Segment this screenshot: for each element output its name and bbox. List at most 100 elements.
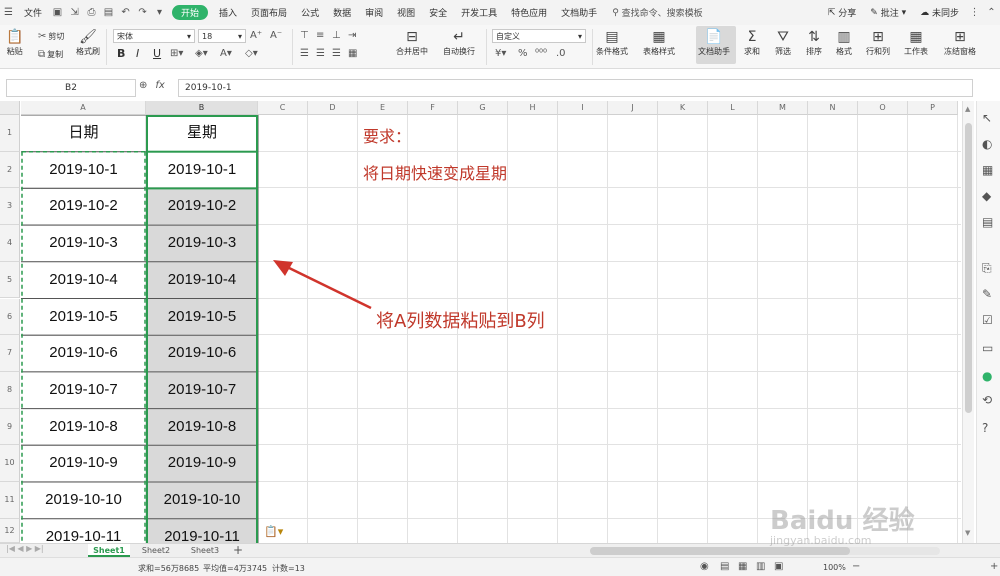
row-header-3[interactable]: 3 — [0, 188, 20, 226]
tab-special[interactable]: 特色应用 — [504, 0, 554, 25]
column-header-d[interactable]: D — [308, 101, 358, 115]
print-preview-icon[interactable]: ▤ — [100, 0, 117, 25]
sheet-icon[interactable]: ▤ — [982, 215, 993, 229]
column-header-n[interactable]: N — [808, 101, 858, 115]
column-header-l[interactable]: L — [708, 101, 758, 115]
vertical-scrollbar[interactable]: ▲ ▼ — [962, 101, 974, 543]
style-icon[interactable]: ◐ — [982, 137, 992, 151]
sheet-tab-3[interactable]: Sheet3 — [184, 544, 226, 557]
vertical-scroll-thumb[interactable] — [965, 123, 972, 413]
row-header-11[interactable]: 11 — [0, 482, 20, 519]
tab-doc-assistant[interactable]: 文档助手 — [554, 0, 604, 25]
number-format-select[interactable]: 自定义 ▾ — [492, 29, 586, 43]
column-header-b[interactable]: B — [146, 101, 258, 115]
row-header-9[interactable]: 9 — [0, 408, 20, 446]
column-header-c[interactable]: C — [258, 101, 308, 115]
row-header-2[interactable]: 2 — [0, 151, 20, 189]
shape-icon[interactable]: ◆ — [982, 189, 991, 203]
row-header-4[interactable]: 4 — [0, 225, 20, 262]
align-middle-button[interactable]: ≡ — [316, 30, 324, 41]
collapse-ribbon-icon[interactable]: ⌃ — [983, 0, 1000, 25]
row-header-1[interactable]: 1 — [0, 115, 20, 152]
share-button[interactable]: ⇱ 分享 — [821, 0, 863, 25]
command-search[interactable]: ⚲ 查找命令、搜索模板 — [604, 0, 709, 25]
font-grow-button[interactable]: A⁺ — [250, 30, 262, 41]
tab-page-layout[interactable]: 页面布局 — [244, 0, 294, 25]
format-painter-button[interactable]: 🖌 格式刷 — [76, 28, 100, 57]
currency-button[interactable]: ¥▾ — [495, 48, 506, 59]
sync-button[interactable]: ☁ 未同步 — [913, 0, 966, 25]
distribute-button[interactable]: ▦ — [348, 48, 357, 59]
decimal-button[interactable]: .0 — [556, 48, 566, 59]
fill-color-button[interactable]: ◈▾ — [195, 48, 208, 59]
column-header-k[interactable]: K — [658, 101, 708, 115]
export-pdf-icon[interactable]: ⇲ — [66, 0, 83, 25]
border-button[interactable]: ⊞▾ — [170, 48, 183, 59]
column-header-i[interactable]: I — [558, 101, 608, 115]
save-icon[interactable]: ▣ — [49, 0, 66, 25]
sheet-tab-2[interactable]: Sheet2 — [135, 544, 177, 557]
italic-button[interactable]: I — [136, 47, 139, 60]
eye-protect-icon[interactable]: ◉ — [700, 561, 709, 572]
align-bottom-button[interactable]: ⊥ — [332, 30, 341, 41]
font-name-select[interactable]: 宋体 ▾ — [113, 29, 195, 43]
tab-review[interactable]: 审阅 — [358, 0, 390, 25]
normal-view-icon[interactable]: ▤ — [720, 561, 729, 572]
select-all-corner[interactable] — [0, 101, 20, 115]
image-icon[interactable]: ▭ — [982, 341, 993, 355]
filter-button[interactable]: ⛛ 筛选 — [775, 28, 791, 57]
tab-security[interactable]: 安全 — [422, 0, 454, 25]
column-header-p[interactable]: P — [908, 101, 958, 115]
conditional-format-button[interactable]: ▤ 条件格式 — [596, 28, 628, 57]
bold-button[interactable]: B — [117, 47, 125, 60]
freeze-panes-button[interactable]: ⊞ 冻结窗格 — [944, 28, 976, 57]
column-header-m[interactable]: M — [758, 101, 808, 115]
row-header-6[interactable]: 6 — [0, 298, 20, 336]
page-break-icon[interactable]: ▥ — [756, 561, 765, 572]
percent-button[interactable]: % — [518, 48, 528, 59]
tab-developer[interactable]: 开发工具 — [454, 0, 504, 25]
undo-icon[interactable]: ↶ — [117, 0, 134, 25]
align-center-button[interactable]: ☰ — [316, 48, 325, 59]
column-header-o[interactable]: O — [858, 101, 908, 115]
file-menu[interactable]: 文件 — [17, 0, 49, 25]
column-header-a[interactable]: A — [21, 101, 146, 115]
name-box[interactable]: B2 — [6, 79, 136, 97]
cut-button[interactable]: ✂ 剪切 — [38, 31, 64, 42]
zoom-icon[interactable]: ⊕ — [139, 80, 147, 91]
worksheet-button[interactable]: ▦ 工作表 — [904, 28, 928, 57]
cell-grid[interactable]: 日期 星期 2019-10-1 2019-10-1 2019-10-2 2019-10… — [21, 115, 961, 543]
underline-button[interactable]: U — [153, 47, 161, 60]
fx-icon[interactable]: fx — [155, 80, 164, 91]
column-header-e[interactable]: E — [358, 101, 408, 115]
row-header-8[interactable]: 8 — [0, 371, 20, 409]
formula-input[interactable]: 2019-10-1 — [178, 79, 973, 97]
clear-button[interactable]: ◇▾ — [245, 48, 258, 59]
redo-icon[interactable]: ↷ — [134, 0, 151, 25]
zoom-out-icon[interactable]: − — [852, 561, 860, 572]
doc-assistant-button[interactable]: 📄 文档助手 — [698, 28, 730, 57]
more-icon[interactable]: ⋮ — [966, 0, 983, 25]
paste-options-icon[interactable]: 📋▾ — [264, 525, 283, 538]
page-layout-icon[interactable]: ▦ — [738, 561, 747, 572]
zoom-in-icon[interactable]: + — [990, 561, 998, 572]
table-icon[interactable]: ▦ — [982, 163, 993, 177]
comment-button[interactable]: ✎ 批注 ▾ — [863, 0, 913, 25]
backup-icon[interactable]: ⎘ — [982, 261, 992, 276]
check-icon[interactable]: ☑ — [982, 313, 993, 327]
thousands-button[interactable]: ⁰⁰⁰ — [535, 48, 547, 59]
row-header-7[interactable]: 7 — [0, 335, 20, 372]
row-header-5[interactable]: 5 — [0, 261, 20, 299]
print-icon[interactable]: ⎙ — [83, 0, 100, 25]
row-header-10[interactable]: 10 — [0, 445, 20, 482]
table-style-button[interactable]: ▦ 表格样式 — [643, 28, 675, 57]
tab-data[interactable]: 数据 — [326, 0, 358, 25]
column-header-g[interactable]: G — [458, 101, 508, 115]
copy-button[interactable]: ⧉ 复制 — [38, 49, 63, 60]
sheet-tab-1[interactable]: Sheet1 — [88, 544, 130, 557]
indent-button[interactable]: ⇥ — [348, 30, 356, 41]
merge-center-button[interactable]: ⊟ 合并居中 — [396, 28, 428, 57]
tab-insert[interactable]: 插入 — [212, 0, 244, 25]
edit-icon[interactable]: ✎ — [982, 287, 992, 301]
column-header-f[interactable]: F — [408, 101, 458, 115]
